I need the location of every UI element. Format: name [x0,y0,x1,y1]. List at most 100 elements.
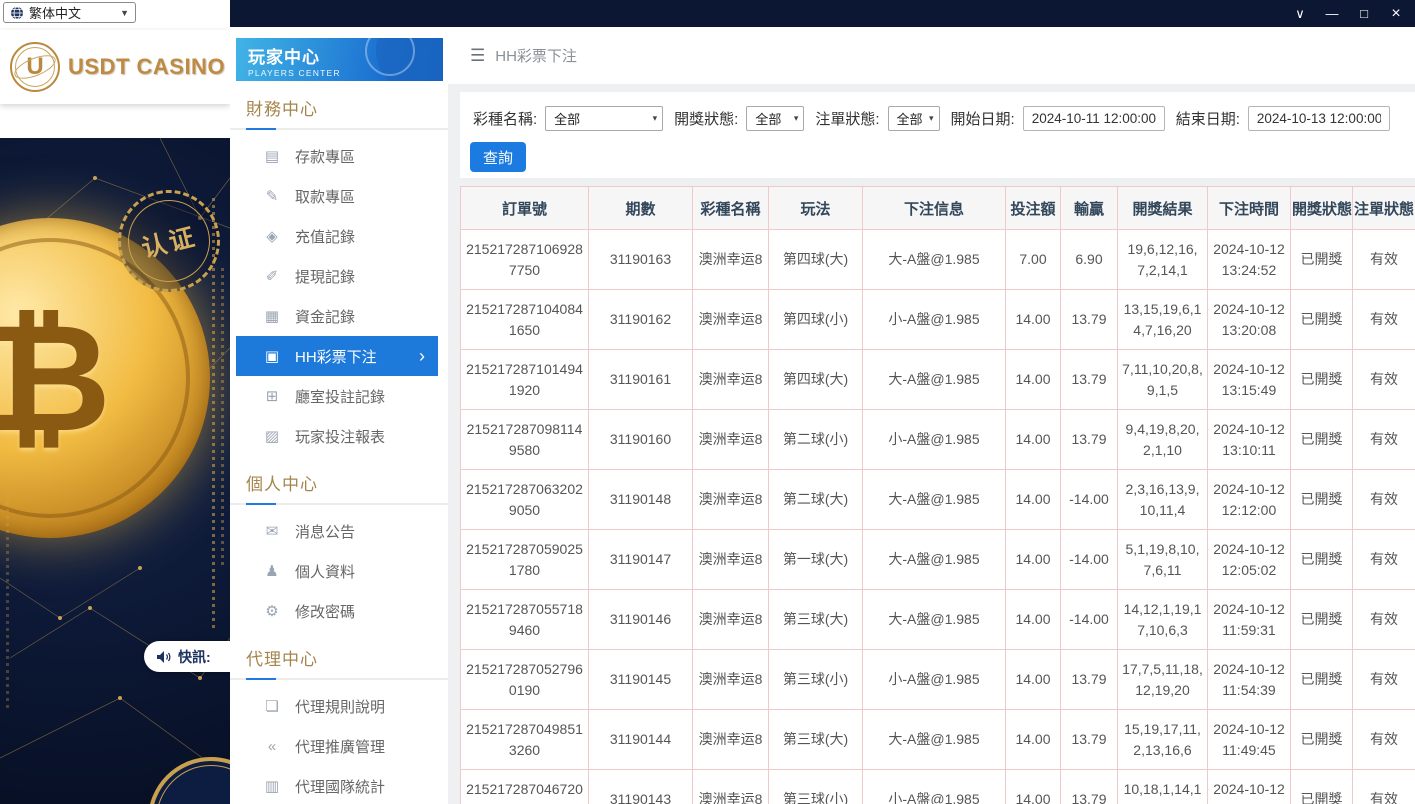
query-button[interactable]: 查詢 [470,142,526,172]
lottery-type-select[interactable]: 全部 ▾ [545,106,663,131]
filter-label: 注單狀態: [815,108,879,129]
table-row: 215217287052796019031190145澳洲幸运8第三球(小)小-… [461,650,1415,710]
table-cell: 13.79 [1061,770,1118,804]
table-cell: 9,4,19,8,20,2,1,10 [1118,410,1208,470]
chevron-down-icon[interactable]: ∨ [1293,7,1307,20]
sidebar-item-label: 玩家投注報表 [295,426,385,447]
table-cell: 13.79 [1061,350,1118,410]
table-cell: 2152172870557189460 [461,590,589,650]
table-cell: 2024-10-12 13:24:52 [1208,230,1291,290]
table-cell: 14,12,1,19,17,10,6,3 [1118,590,1208,650]
sidebar-item[interactable]: «代理推廣管理 [236,726,438,766]
sidebar-item[interactable]: ▥代理國隊統計 [236,766,438,804]
table-cell: 小-A盤@1.985 [863,290,1006,350]
table-cell: 有效 [1353,230,1415,290]
table-cell: 第一球(大) [769,530,863,590]
table-cell: 31190146 [589,590,693,650]
sidebar-title: 玩家中心 [248,43,443,68]
bell-icon: ✉ [262,522,282,540]
brand-logo: U USDT CASINO [0,30,230,104]
table-cell: 2024-10-12 13:20:08 [1208,290,1291,350]
table-cell: -14.00 [1061,590,1118,650]
table-cell: 第二球(小) [769,410,863,470]
news-ticker[interactable]: 快訊: [144,641,230,672]
dropdown-arrow-icon: ▾ [794,113,799,124]
sidebar-item[interactable]: ♟個人資料 [236,551,438,591]
sidebar-sections: 財務中心 ▤存款專區✎取款專區◈充值記錄✐提現記錄▦資金記錄▣HH彩票下注›⊞廳室… [230,95,448,804]
start-date-input[interactable] [1023,106,1165,131]
table-cell: 2024-10-12 12:12:00 [1208,470,1291,530]
table-cell: 6.90 [1061,230,1118,290]
table-cell: 第三球(小) [769,770,863,804]
table-cell: 31190143 [589,770,693,804]
column-header: 開獎結果 [1118,187,1208,230]
sidebar-subtitle: PLAYERS CENTER [248,68,443,78]
ticker-label: 快訊: [178,647,211,667]
end-date-input[interactable] [1248,106,1390,131]
sidebar-item[interactable]: ▤存款專區 [236,136,438,176]
close-icon[interactable]: × [1389,6,1403,22]
table-cell: 7,11,10,20,8,9,1,5 [1118,350,1208,410]
table-cell: 第三球(小) [769,650,863,710]
table-cell: 14.00 [1006,290,1061,350]
sidebar-item-label: 充值記錄 [295,226,355,247]
globe-icon [10,6,24,20]
minimize-icon[interactable]: — [1325,7,1339,20]
pen-icon: ✎ [262,187,282,205]
sidebar-item[interactable]: ▨ 玩家投注報表 [236,416,438,456]
table-cell: 有效 [1353,710,1415,770]
table-cell: 31190160 [589,410,693,470]
sidebar-item[interactable]: ✎取款專區 [236,176,438,216]
table-cell: 已開獎 [1291,650,1353,710]
section-divider [230,503,448,505]
table-cell: 大-A盤@1.985 [863,470,1006,530]
table-cell: 第四球(小) [769,290,863,350]
dropdown-arrow-icon: ▾ [653,113,658,124]
sidebar-item[interactable]: ✉消息公告 [236,511,438,551]
sidebar-header: 玩家中心 PLAYERS CENTER [236,38,443,81]
table-row: 215217287059025178031190147澳洲幸运8第一球(大)大-… [461,530,1415,590]
table-cell: 10,18,1,14,17,16,12,3 [1118,770,1208,804]
table-row: 215217287106928775031190163澳洲幸运8第四球(大)大-… [461,230,1415,290]
order-status-select[interactable]: 全部▾ [888,106,940,131]
maximize-icon[interactable]: □ [1357,7,1371,20]
table-cell: 2152172870498513260 [461,710,589,770]
sidebar-item[interactable]: ▣HH彩票下注› [236,336,438,376]
window-controls: ∨ — □ × [1293,6,1403,22]
sidebar-item[interactable]: ◈充值記錄 [236,216,438,256]
hamburger-icon[interactable]: ☰ [470,46,485,66]
brand-panel: 繁体中文 ▼ U USDT CASINO ₿ [0,0,230,804]
section-title: 個人中心 [246,470,448,495]
table-cell: 小-A盤@1.985 [863,650,1006,710]
bitcoin-banner: ₿ 认证 [0,138,230,804]
decor-dots [6,488,9,708]
report-icon: ▨ [262,427,282,445]
brand-name: USDT CASINO [68,54,225,80]
column-header: 彩種名稱 [693,187,769,230]
column-header: 訂單號 [461,187,589,230]
share-icon: « [262,738,282,755]
table-cell: 2024-10-12 12:05:02 [1208,530,1291,590]
table-cell: 14.00 [1006,410,1061,470]
table-cell: 大-A盤@1.985 [863,590,1006,650]
price-tag-icon: ✐ [262,267,282,285]
sidebar-item[interactable]: ⚙修改密碼 [236,591,438,631]
sidebar-item[interactable]: ⊞廳室投註記錄 [236,376,438,416]
table-row: 215217287098114958031190160澳洲幸运8第二球(小)小-… [461,410,1415,470]
table-cell: 已開獎 [1291,350,1353,410]
sidebar-item-label: 存款專區 [295,146,355,167]
filter-label: 開獎狀態: [674,108,738,129]
sidebar-item[interactable]: ❏代理規則說明 [236,686,438,726]
section-title: 財務中心 [246,95,448,120]
section-divider [230,128,448,130]
sidebar-item[interactable]: ✐提現記錄 [236,256,438,296]
select-value: 全部 [755,109,781,128]
page-title: HH彩票下注 [495,45,577,66]
table-cell: 31190147 [589,530,693,590]
draw-status-select[interactable]: 全部 ▾ [746,106,804,131]
sidebar-item[interactable]: ▦資金記錄 [236,296,438,336]
table-cell: 小-A盤@1.985 [863,770,1006,804]
table-cell: 澳洲幸运8 [693,290,769,350]
select-value: 全部 [554,109,580,128]
language-selector[interactable]: 繁体中文 ▼ [3,2,136,23]
